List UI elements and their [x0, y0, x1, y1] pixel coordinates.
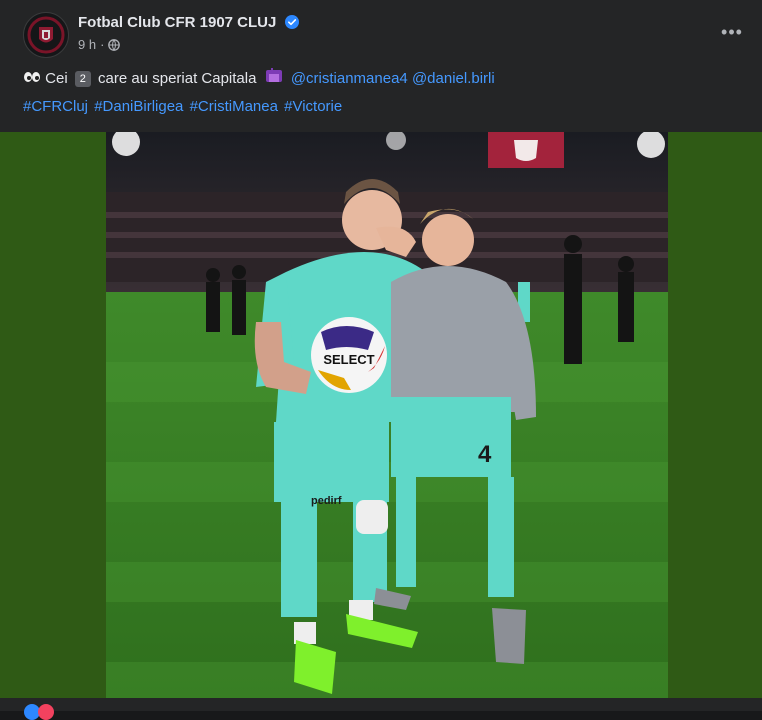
- more-options-label: •••: [721, 21, 743, 42]
- verified-badge-icon: [285, 15, 299, 29]
- post-time[interactable]: 9 h: [78, 37, 96, 52]
- meta-separator: ·: [100, 37, 105, 52]
- caption-text-before: Cei: [45, 69, 68, 87]
- page-avatar[interactable]: [23, 12, 69, 58]
- shirt-number: 4: [478, 441, 492, 468]
- reactions-bar: [0, 698, 762, 720]
- mention-link-2[interactable]: @daniel.birli: [412, 70, 495, 87]
- hashtag-link[interactable]: #CristiManea: [190, 98, 278, 115]
- post-meta: 9 h ·: [78, 37, 121, 52]
- mention-link-1[interactable]: @cristianmanea4: [291, 70, 408, 87]
- post-media[interactable]: pedirf 4 SELECT: [0, 132, 762, 698]
- photo-illustration: pedirf 4 SELECT: [106, 132, 668, 698]
- hashtag-list: #CFRCluj #DaniBirligea #CristiManea #Vic…: [23, 98, 342, 115]
- more-options-icon[interactable]: •••: [718, 18, 746, 46]
- hashtag-link[interactable]: #CFRCluj: [23, 98, 88, 115]
- post-caption: Cei 2 care au speriat Capitala @cristian…: [23, 68, 495, 90]
- eyes-emoji-icon: [23, 69, 41, 89]
- post-photo[interactable]: pedirf 4 SELECT: [106, 132, 668, 698]
- globe-icon: [108, 38, 121, 51]
- caption-text-after: care au speriat Capitala: [98, 69, 257, 87]
- page-name[interactable]: Fotbal Club CFR 1907 CLUJ: [78, 14, 276, 31]
- hashtag-link[interactable]: #DaniBirligea: [94, 98, 183, 115]
- sponsor-text: pedirf: [311, 495, 342, 507]
- love-reaction-icon[interactable]: [38, 704, 54, 720]
- stadium-emoji-icon: [265, 68, 283, 90]
- hashtag-link[interactable]: #Victorie: [284, 98, 342, 115]
- post-card: Fotbal Club CFR 1907 CLUJ 9 h · ••• Cei …: [0, 0, 762, 720]
- number-emoji: 2: [74, 71, 91, 87]
- ball-brand-text: SELECT: [323, 352, 374, 367]
- post-header: Fotbal Club CFR 1907 CLUJ 9 h · •••: [0, 0, 762, 66]
- football: SELECT: [311, 317, 387, 393]
